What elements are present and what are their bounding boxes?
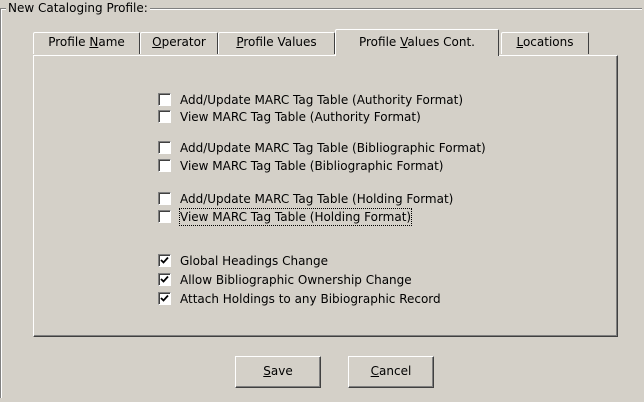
checkbox-box[interactable] bbox=[158, 141, 171, 154]
checkbox-box[interactable] bbox=[158, 292, 171, 305]
checkbox-box[interactable] bbox=[158, 159, 171, 172]
checkbox-box[interactable] bbox=[158, 192, 171, 205]
tab-profile-name[interactable]: Profile Name bbox=[33, 32, 140, 54]
tab-profile-values[interactable]: Profile Values bbox=[218, 32, 335, 54]
checkbox-box[interactable] bbox=[158, 110, 171, 123]
checkbox-box[interactable] bbox=[158, 210, 171, 223]
tab-locations[interactable]: Locations bbox=[501, 32, 589, 54]
cancel-button[interactable]: Cancel bbox=[348, 356, 434, 388]
checkmark-icon bbox=[160, 256, 169, 264]
group-title: New Cataloging Profile: bbox=[6, 0, 150, 16]
tab-operator[interactable]: Operator bbox=[140, 32, 218, 54]
save-button[interactable]: Save bbox=[235, 356, 321, 388]
checkmark-icon bbox=[160, 294, 169, 302]
checkbox-box[interactable] bbox=[158, 93, 171, 106]
checkbox-box[interactable] bbox=[158, 254, 171, 267]
tab-profile-values-cont[interactable]: Profile Values Cont. bbox=[335, 29, 499, 56]
checkbox-box[interactable] bbox=[158, 273, 171, 286]
checkmark-icon bbox=[160, 275, 169, 283]
